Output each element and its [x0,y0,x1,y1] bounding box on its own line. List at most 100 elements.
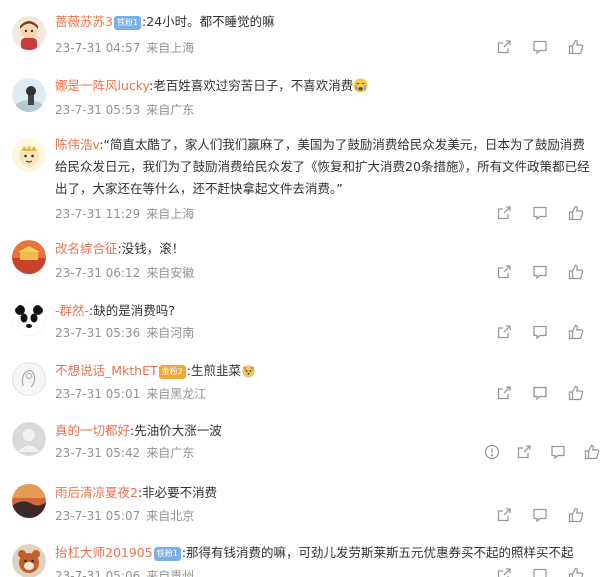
comment-meta: 23-7-31 05:53 来自广东 [55,101,194,118]
comment-date: 23-7-31 05:07 [55,509,141,523]
comment-location: 来自上海 [146,41,195,55]
avatar[interactable] [12,16,46,50]
comment-icon[interactable] [532,324,548,340]
dog-face-emoji [241,363,256,378]
comment-item: -群然-:缺的是消费吗? 23-7-31 05:36 来自河南 [0,292,600,354]
like-icon[interactable] [568,39,584,55]
comment-meta: 23-7-31 05:06 来自贵州 [55,567,194,577]
comment-username[interactable]: 陈伟浩v [55,137,99,152]
comment-item: 真的一切都好:先油价大涨一波 23-7-31 05:42 来自广东 [0,412,600,472]
comment-text: :那得有钱消费的嘛，可劲儿发劳斯莱斯五元优惠券买不起的照样买不起 [181,545,574,560]
like-icon[interactable] [568,385,584,401]
comment-username[interactable]: 不想说话_MkthET [55,363,158,378]
comment-location: 来自广东 [146,103,195,117]
comment-actions [490,385,600,405]
comment-content: 陈伟浩v:“简直太酷了，家人们我们赢麻了，美国为了鼓励消费给民众发美元，日本为了… [55,134,590,200]
comment-actions [490,264,600,284]
comment-text: :“简直太酷了，家人们我们赢麻了，美国为了鼓励消费给民众发美元，日本为了鼓励消费… [55,137,590,196]
comment-location: 来自上海 [146,207,195,221]
avatar[interactable] [12,240,46,274]
like-icon[interactable] [568,567,584,577]
avatar[interactable] [12,78,46,112]
comment-location: 来自黑龙江 [146,387,207,401]
like-icon[interactable] [568,324,584,340]
comment-meta: 23-7-31 05:07 来自北京 [55,507,194,524]
share-icon[interactable] [496,324,512,340]
comment-location: 来自河南 [146,326,195,340]
report-icon[interactable] [484,444,500,460]
comment-text: :先油价大涨一波 [130,423,222,438]
share-icon[interactable] [496,507,512,523]
avatar[interactable] [12,484,46,518]
comment-username[interactable]: 改名综合征 [55,241,118,256]
comment-meta: 23-7-31 04:57 来自上海 [55,39,194,56]
comment-item: 蔷薇苏苏3 铁粉1:24小时。都不睡觉的嘛 23-7-31 04:57 来自上海 [0,0,600,70]
comment-date: 23-7-31 06:12 [55,266,141,280]
comment-actions [490,205,600,225]
comment-item: 娜是一阵风lucky:老百姓喜欢过穷苦日子，不喜欢消费 23-7-31 05:5… [0,70,600,130]
comment-content: 娜是一阵风lucky:老百姓喜欢过穷苦日子，不喜欢消费 [55,75,590,97]
comment-content: 抬杠大师201905 铁粉1:那得有钱消费的嘛，可劲儿发劳斯莱斯五元优惠券买不起的… [55,542,590,564]
comment-text: :生煎韭菜 [186,363,241,378]
comment-meta: 23-7-31 05:36 来自河南 [55,324,194,341]
comment-location: 来自广东 [146,446,195,460]
comment-username[interactable]: 雨后清凉夏夜2 [55,485,138,500]
share-icon[interactable] [496,385,512,401]
comment-content: 不想说话_MkthET 金粉2:生煎韭菜 [55,360,590,382]
share-icon[interactable] [496,264,512,280]
comment-date: 23-7-31 05:01 [55,387,141,401]
comment-date: 23-7-31 04:57 [55,41,141,55]
avatar[interactable] [12,302,46,336]
comment-text: :非必要不消费 [137,485,218,500]
comment-actions [490,567,600,577]
comment-icon[interactable] [532,385,548,401]
comment-username[interactable]: 抬杠大师201905 [55,545,153,560]
share-icon[interactable] [496,39,512,55]
comment-text: :没钱，滚！ [117,241,185,256]
comment-meta: 23-7-31 05:42 来自广东 [55,444,194,461]
comment-icon[interactable] [550,444,566,460]
comment-location: 来自安徽 [146,266,195,280]
comment-actions [484,444,600,464]
avatar[interactable] [12,138,46,172]
avatar[interactable] [12,544,46,577]
comment-content: 真的一切都好:先油价大涨一波 [55,420,590,442]
comment-actions [490,39,600,59]
comment-icon[interactable] [532,264,548,280]
comment-username[interactable]: 蔷薇苏苏3 [55,14,113,29]
like-icon[interactable] [568,264,584,280]
comment-icon[interactable] [532,39,548,55]
comment-meta: 23-7-31 05:01 来自黑龙江 [55,385,206,402]
comment-date: 23-7-31 05:53 [55,103,141,117]
comment-item: 抬杠大师201905 铁粉1:那得有钱消费的嘛，可劲儿发劳斯莱斯五元优惠券买不起的… [0,534,600,577]
comment-location: 来自北京 [146,509,195,523]
comment-icon[interactable] [532,205,548,221]
like-icon[interactable] [584,444,600,460]
comment-username[interactable]: 娜是一阵风lucky [55,78,149,93]
comment-username[interactable]: -群然- [55,303,89,318]
comment-meta: 23-7-31 06:12 来自安徽 [55,264,194,281]
comment-icon[interactable] [532,567,548,577]
avatar[interactable] [12,362,46,396]
comment-actions [490,507,600,527]
share-icon[interactable] [496,205,512,221]
comment-date: 23-7-31 05:42 [55,446,141,460]
like-icon[interactable] [568,507,584,523]
comment-username[interactable]: 真的一切都好 [55,423,130,438]
like-icon[interactable] [568,205,584,221]
crying-face-emoji [353,78,368,93]
comment-text: :24小时。都不睡觉的嘛 [142,14,275,29]
comment-item: 不想说话_MkthET 金粉2:生煎韭菜 23-7-31 05:01 来自黑龙江 [0,354,600,412]
share-icon[interactable] [496,567,512,577]
share-icon[interactable] [516,444,532,460]
comment-item: 陈伟浩v:“简直太酷了，家人们我们赢麻了，美国为了鼓励消费给民众发美元，日本为了… [0,130,600,230]
avatar[interactable] [12,422,46,456]
comment-content: -群然-:缺的是消费吗? [55,300,590,322]
comment-date: 23-7-31 11:29 [55,207,141,221]
comment-meta: 23-7-31 11:29 来自上海 [55,205,194,222]
comment-text: :老百姓喜欢过穷苦日子，不喜欢消费 [149,78,354,93]
comment-actions [490,324,600,344]
comment-content: 蔷薇苏苏3 铁粉1:24小时。都不睡觉的嘛 [55,11,590,33]
comment-icon[interactable] [532,507,548,523]
comment-date: 23-7-31 05:06 [55,569,141,577]
